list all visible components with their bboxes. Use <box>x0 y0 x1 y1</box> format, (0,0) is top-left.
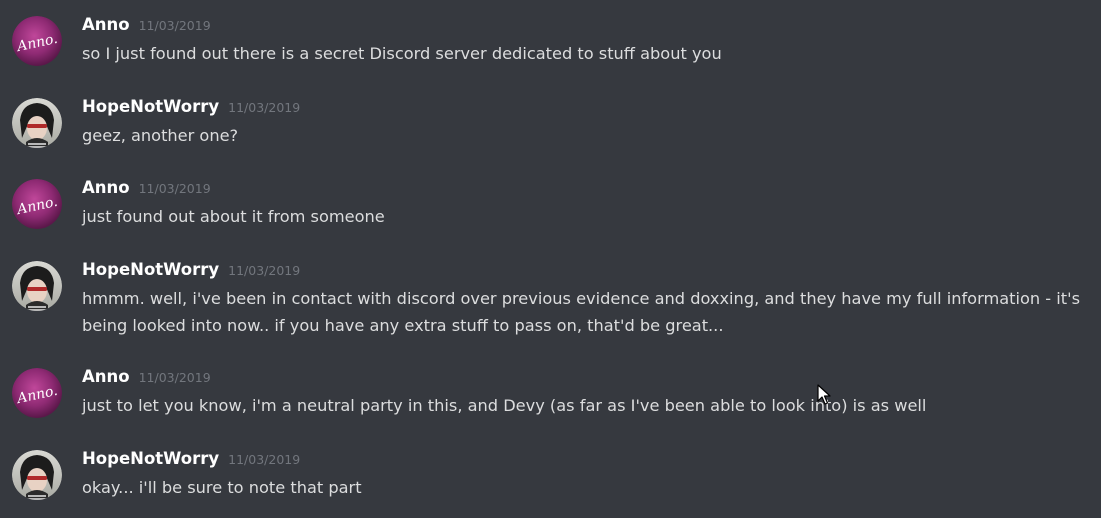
message-text: just to let you know, i'm a neutral part… <box>82 396 927 415</box>
timestamp[interactable]: 11/03/2019 <box>139 181 211 196</box>
message-header: HopeNotWorry 11/03/2019 <box>82 448 300 470</box>
username[interactable]: HopeNotWorry <box>82 97 219 116</box>
message: HopeNotWorry 11/03/2019 hmmm. well, i've … <box>0 259 1101 343</box>
message-text: so I just found out there is a secret Di… <box>82 44 722 63</box>
anno-avatar-icon[interactable]: Anno. <box>12 16 62 66</box>
message: HopeNotWorry 11/03/2019 okay... i'll be s… <box>0 448 1101 504</box>
message-text: hmmm. well, i've been in contact with di… <box>82 289 1081 335</box>
message-text: geez, another one? <box>82 126 239 145</box>
timestamp[interactable]: 11/03/2019 <box>228 100 300 115</box>
mouse-pointer-icon <box>817 384 831 405</box>
hopenotworry-avatar-icon[interactable] <box>12 450 62 500</box>
message-text: just found out about it from someone <box>82 207 385 226</box>
timestamp[interactable]: 11/03/2019 <box>139 18 211 33</box>
message-header: Anno 11/03/2019 <box>82 177 211 199</box>
username[interactable]: HopeNotWorry <box>82 449 219 468</box>
username[interactable]: Anno <box>82 178 130 197</box>
message: Anno. Anno 11/03/2019 just to let you kno… <box>0 366 1101 422</box>
message: Anno. Anno 11/03/2019 so I just found out… <box>0 14 1101 70</box>
timestamp[interactable]: 11/03/2019 <box>228 452 300 467</box>
message-header: HopeNotWorry 11/03/2019 <box>82 259 300 281</box>
message-header: Anno 11/03/2019 <box>82 14 211 36</box>
message: Anno. Anno 11/03/2019 just found out abou… <box>0 177 1101 233</box>
timestamp[interactable]: 11/03/2019 <box>139 370 211 385</box>
message-header: HopeNotWorry 11/03/2019 <box>82 96 300 118</box>
message-list: Anno. Anno 11/03/2019 so I just found out… <box>0 0 1101 518</box>
username[interactable]: Anno <box>82 367 130 386</box>
message-header: Anno 11/03/2019 <box>82 366 211 388</box>
hopenotworry-avatar-icon[interactable] <box>12 98 62 148</box>
timestamp[interactable]: 11/03/2019 <box>228 263 300 278</box>
anno-avatar-icon[interactable]: Anno. <box>12 179 62 229</box>
message: HopeNotWorry 11/03/2019 geez, another one… <box>0 96 1101 152</box>
message-text: okay... i'll be sure to note that part <box>82 478 362 497</box>
hopenotworry-avatar-icon[interactable] <box>12 261 62 311</box>
username[interactable]: HopeNotWorry <box>82 260 219 279</box>
anno-avatar-icon[interactable]: Anno. <box>12 368 62 418</box>
username[interactable]: Anno <box>82 15 130 34</box>
